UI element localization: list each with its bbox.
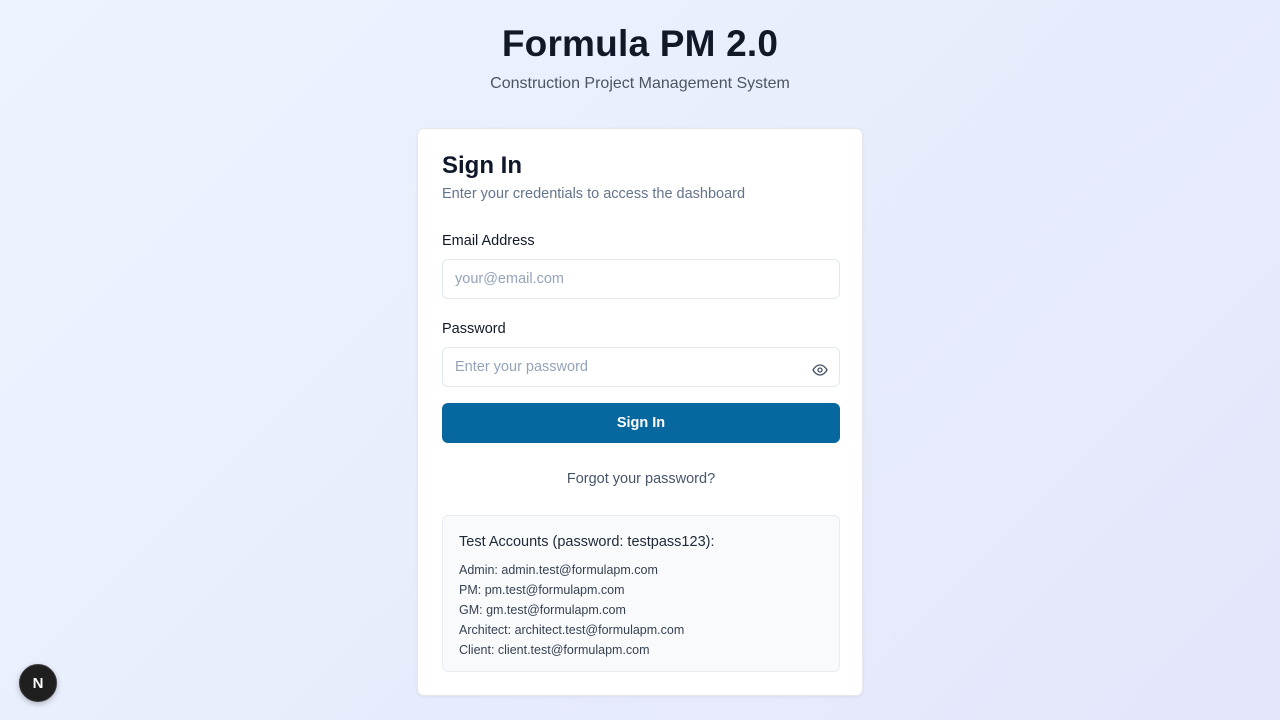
page-header: Formula PM 2.0 Construction Project Mana… — [0, 22, 1280, 95]
email-input[interactable] — [442, 259, 840, 299]
password-input[interactable] — [442, 347, 840, 387]
test-account-item: PM: pm.test@formulapm.com — [459, 583, 625, 597]
test-account-item: Client: client.test@formulapm.com — [459, 643, 650, 657]
sign-in-button[interactable]: Sign In — [442, 403, 840, 443]
forgot-password-link[interactable]: Forgot your password? — [418, 470, 864, 488]
nextjs-logo-icon[interactable]: N — [19, 664, 57, 702]
card-description: Enter your credentials to access the das… — [442, 186, 746, 202]
test-accounts-title: Test Accounts (password: testpass123): — [459, 534, 715, 550]
password-label: Password — [442, 321, 506, 337]
email-label: Email Address — [442, 233, 535, 249]
test-account-item: GM: gm.test@formulapm.com — [459, 603, 626, 617]
eye-icon[interactable] — [808, 358, 832, 382]
test-accounts-list: Admin: admin.test@formulapm.com PM: pm.t… — [459, 560, 684, 660]
sign-in-card: Sign In Enter your credentials to access… — [417, 128, 863, 696]
test-account-item: Architect: architect.test@formulapm.com — [459, 623, 685, 637]
test-accounts-box: Test Accounts (password: testpass123): A… — [442, 515, 840, 672]
test-account-item: Admin: admin.test@formulapm.com — [459, 563, 658, 577]
app-title: Formula PM 2.0 — [501, 23, 779, 64]
card-title: Sign In — [442, 152, 522, 179]
app-subtitle: Construction Project Management System — [490, 75, 790, 92]
